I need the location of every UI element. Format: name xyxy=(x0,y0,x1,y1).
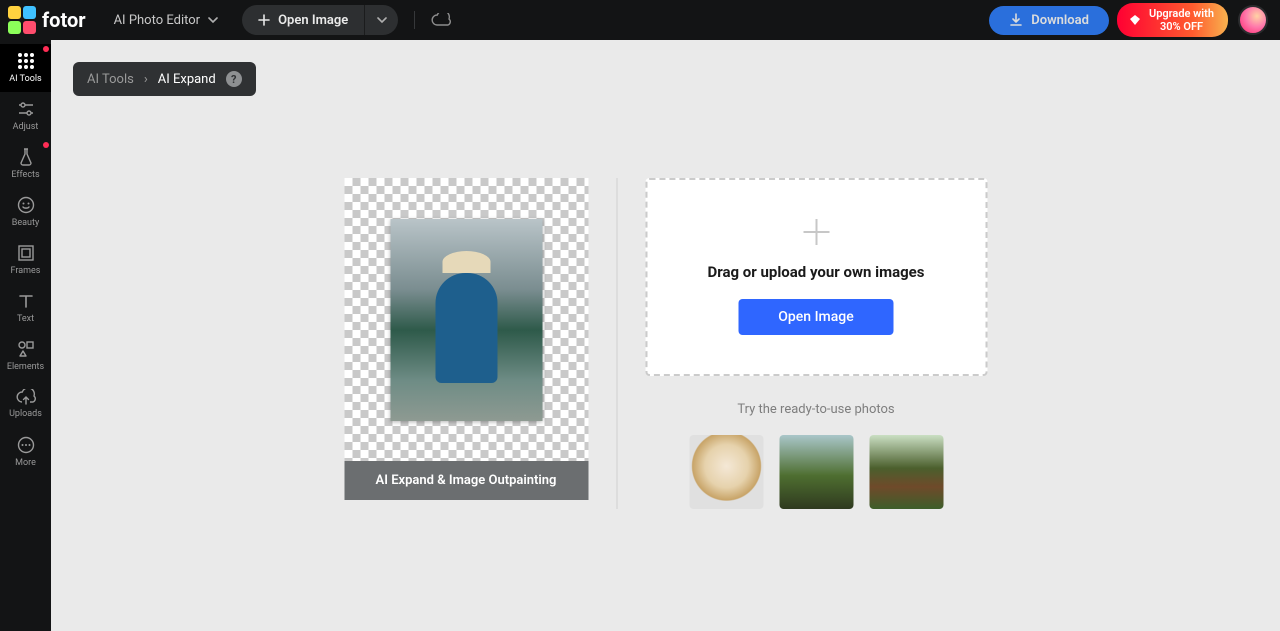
chevron-down-icon xyxy=(208,15,218,25)
sidebar-item-more[interactable]: More xyxy=(0,428,51,476)
grid-icon xyxy=(17,52,35,70)
sidebar-item-label: Uploads xyxy=(9,409,42,419)
cloud-sync-button[interactable] xyxy=(431,13,451,27)
breadcrumb-current: AI Expand xyxy=(158,72,216,87)
preview-canvas xyxy=(344,178,588,461)
open-image-pill: Open Image xyxy=(242,5,398,35)
drop-zone[interactable]: Drag or upload your own images Open Imag… xyxy=(645,178,987,376)
main-content: AI Expand & Image Outpainting Drag or up… xyxy=(344,178,987,509)
brand-name: fotor xyxy=(42,8,86,32)
sidebar-item-label: AI Tools xyxy=(9,74,41,84)
help-icon[interactable]: ? xyxy=(226,71,242,87)
sample-photo-3[interactable] xyxy=(869,435,943,509)
sample-photo-2[interactable] xyxy=(779,435,853,509)
sidebar-item-label: Frames xyxy=(11,266,41,276)
sidebar-item-label: Elements xyxy=(7,362,44,372)
sidebar-item-label: More xyxy=(15,458,36,468)
download-label: Download xyxy=(1031,13,1089,28)
text-icon xyxy=(17,292,35,310)
sidebar-item-label: Adjust xyxy=(13,122,39,132)
sidebar-item-ai-tools[interactable]: AI Tools xyxy=(0,44,51,92)
top-bar: fotor AI Photo Editor Open Image Downloa… xyxy=(0,0,1280,40)
sidebar-item-effects[interactable]: Effects xyxy=(0,140,51,188)
sidebar-item-adjust[interactable]: Adjust xyxy=(0,92,51,140)
breadcrumb-sep: › xyxy=(144,72,148,87)
separator xyxy=(414,11,415,29)
avatar[interactable] xyxy=(1238,5,1268,35)
notification-dot xyxy=(43,46,49,52)
app-title-dropdown[interactable]: AI Photo Editor xyxy=(114,13,219,28)
dots-icon xyxy=(17,436,35,454)
frame-icon xyxy=(17,244,35,262)
samples-heading: Try the ready-to-use photos xyxy=(645,402,987,417)
sidebar-item-text[interactable]: Text xyxy=(0,284,51,332)
download-button[interactable]: Download xyxy=(989,6,1109,35)
sidebar-item-elements[interactable]: Elements xyxy=(0,332,51,380)
open-image-button[interactable]: Open Image xyxy=(242,5,364,35)
sidebar-item-uploads[interactable]: Uploads xyxy=(0,380,51,428)
flask-icon xyxy=(18,148,34,166)
drop-title: Drag or upload your own images xyxy=(707,263,924,281)
sliders-icon xyxy=(17,100,35,118)
open-image-label: Open Image xyxy=(278,13,348,28)
breadcrumb: AI Tools › AI Expand ? xyxy=(73,62,256,96)
open-image-primary-button[interactable]: Open Image xyxy=(738,299,893,335)
logo-icon xyxy=(8,6,36,34)
canvas-area: AI Tools › AI Expand ? AI Expand & Image… xyxy=(51,40,1280,631)
preview-caption: AI Expand & Image Outpainting xyxy=(344,461,588,500)
open-image-caret[interactable] xyxy=(364,5,398,35)
sample-photo-1[interactable] xyxy=(689,435,763,509)
upgrade-text: Upgrade with 30% OFF xyxy=(1149,7,1214,33)
vertical-divider xyxy=(616,178,617,509)
app-title-label: AI Photo Editor xyxy=(114,13,201,28)
plus-icon xyxy=(258,14,270,26)
smile-icon xyxy=(17,196,35,214)
notification-dot xyxy=(43,142,49,148)
download-icon xyxy=(1009,13,1023,27)
upload-panel: Drag or upload your own images Open Imag… xyxy=(645,178,987,509)
plus-large-icon xyxy=(803,219,829,245)
upgrade-button[interactable]: Upgrade with 30% OFF xyxy=(1117,3,1228,37)
breadcrumb-root[interactable]: AI Tools xyxy=(87,72,134,87)
sample-photo xyxy=(390,219,542,421)
preview-card: AI Expand & Image Outpainting xyxy=(344,178,588,509)
sidebar-item-label: Effects xyxy=(11,170,39,180)
sidebar-item-label: Text xyxy=(17,314,34,324)
sidebar: AI Tools Adjust Effects Beauty Frames Te… xyxy=(0,40,51,631)
sidebar-item-frames[interactable]: Frames xyxy=(0,236,51,284)
cloud-up-icon xyxy=(16,389,36,405)
sample-row xyxy=(645,435,987,509)
sidebar-item-beauty[interactable]: Beauty xyxy=(0,188,51,236)
sidebar-item-label: Beauty xyxy=(12,218,39,228)
shapes-icon xyxy=(17,340,35,358)
diamond-icon xyxy=(1129,14,1141,26)
